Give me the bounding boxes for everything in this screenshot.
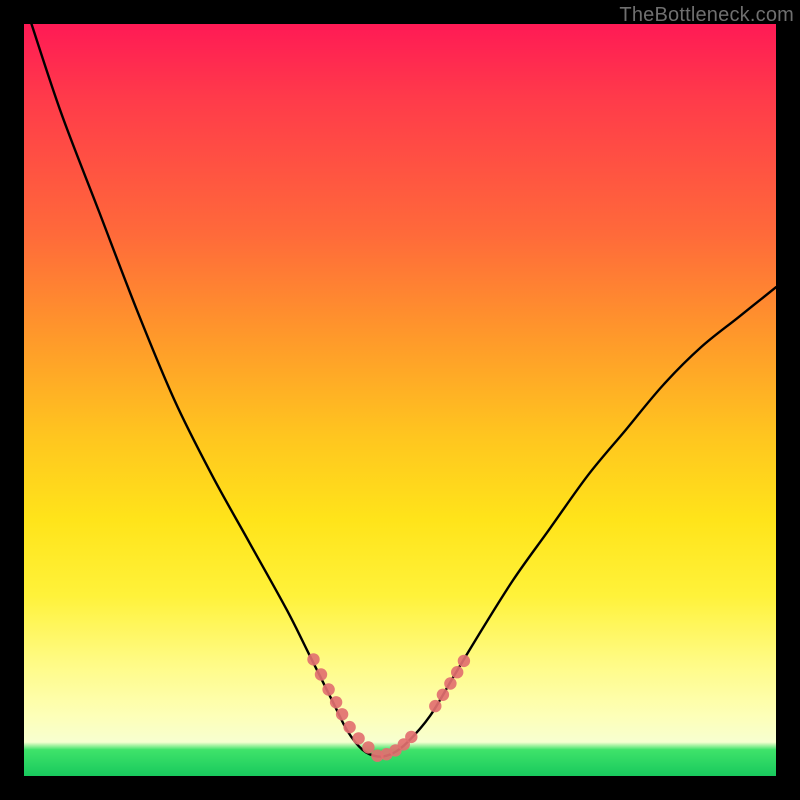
highlight-dot [429, 700, 441, 712]
highlight-dot [330, 696, 342, 708]
highlight-dot [315, 668, 327, 680]
watermark-text: TheBottleneck.com [619, 4, 794, 27]
bottleneck-curve [32, 24, 777, 757]
highlight-dot [458, 655, 470, 667]
highlight-dot [451, 666, 463, 678]
chart-frame [24, 24, 776, 776]
highlight-dots-group [307, 653, 470, 762]
highlight-dot [322, 683, 334, 695]
highlight-dot [336, 708, 348, 720]
highlight-dot [343, 721, 355, 733]
highlight-dot [437, 689, 449, 701]
highlight-dot [307, 653, 319, 665]
highlight-dot [405, 731, 417, 743]
highlight-dot [444, 677, 456, 689]
highlight-dot [352, 732, 364, 744]
chart-svg [24, 24, 776, 776]
